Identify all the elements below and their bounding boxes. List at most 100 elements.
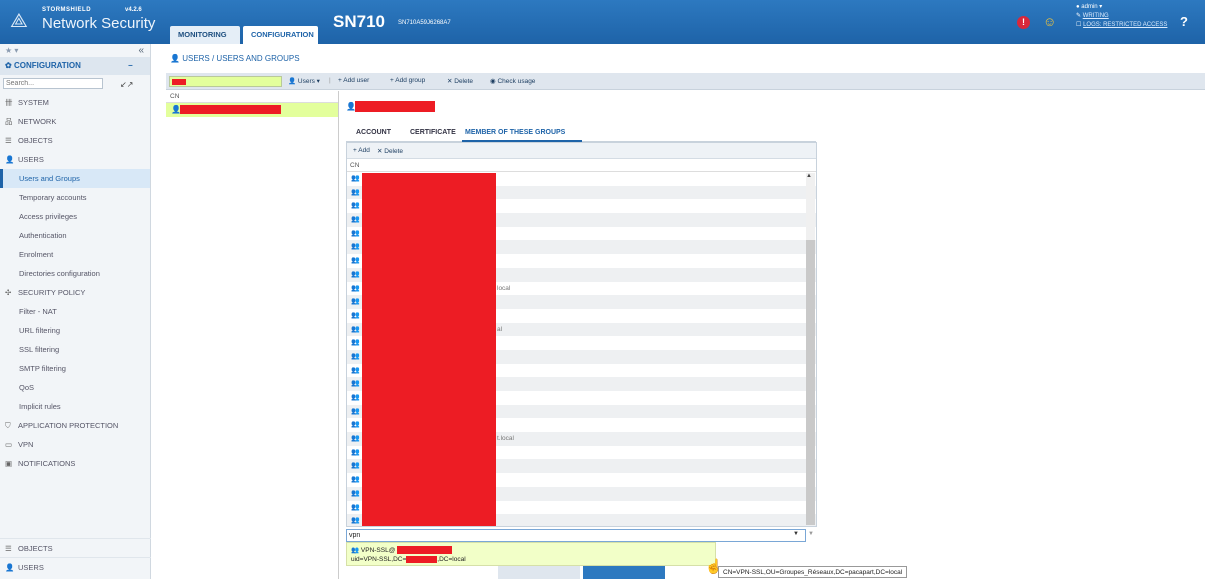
sidebar-item-smtp-filtering[interactable]: SMTP filtering — [0, 359, 150, 378]
user-status-icon[interactable]: ☺ — [1043, 14, 1056, 29]
sidebar-item-label: NETWORK — [18, 117, 57, 126]
chevron-down-icon[interactable]: ▼ — [808, 531, 814, 537]
admin-user-menu[interactable]: admin — [1081, 4, 1097, 10]
shortcut-objects[interactable]: ☰ OBJECTS — [0, 538, 151, 557]
sidebar-item-network[interactable]: 品 NETWORK — [0, 112, 150, 131]
writing-link[interactable]: WRITING — [1083, 13, 1109, 19]
appliance-serial: SN710A59J6268A7 — [398, 20, 451, 26]
sidebar-search-input[interactable] — [3, 78, 103, 89]
sidebar-item-enrolment[interactable]: Enrolment — [0, 245, 150, 264]
delete-button[interactable]: ✕ Delete — [447, 77, 473, 85]
shortcut-users[interactable]: 👤 USERS — [0, 557, 151, 576]
suggestion-name: 👥 VPN-SSL@ — [351, 546, 453, 555]
redacted-text — [180, 105, 281, 114]
sidebar-item-notifications[interactable]: ▣ NOTIFICATIONS — [0, 454, 150, 473]
tab-account[interactable]: ACCOUNT — [356, 129, 391, 136]
favorites-row[interactable]: ★ ▾ « — [0, 44, 150, 57]
redacted-text — [355, 101, 435, 112]
sidebar-item-system[interactable]: 卌 SYSTEM — [0, 93, 150, 112]
groups-scrollbar[interactable]: ▲ — [806, 173, 815, 525]
add-group-button[interactable]: + Add group — [390, 77, 425, 84]
check-usage-button[interactable]: ◉ Check usage — [490, 77, 535, 85]
group-icon: 👥 — [351, 448, 360, 456]
sidebar-item-label: SYSTEM — [18, 98, 49, 107]
sidebar-item-security-policy[interactable]: ✣ SECURITY POLICY — [0, 283, 150, 302]
alert-icon[interactable]: ! — [1017, 16, 1030, 29]
sidebar-item-users-and-groups[interactable]: Users and Groups — [0, 169, 150, 188]
breadcrumb: 👤 USERS / USERS AND GROUPS — [170, 54, 300, 63]
column-header-cn[interactable]: CN — [347, 159, 816, 172]
favorites-icon[interactable]: ★ ▾ — [5, 46, 18, 55]
sidebar-item-authentication[interactable]: Authentication — [0, 226, 150, 245]
notifications-icon: ▣ — [5, 459, 13, 468]
logs-access-link[interactable]: LOGS: RESTRICTED ACCESS — [1083, 22, 1167, 28]
suggestion-label: VPN-SSL@ — [360, 547, 396, 554]
chevron-down-icon[interactable]: ▼ — [793, 531, 803, 540]
checkbox-icon[interactable]: ☐ — [1076, 22, 1081, 28]
ok-button[interactable] — [583, 566, 665, 579]
suggestion-dn-prefix: uid=VPN-SSL,DC= — [351, 556, 407, 564]
stormshield-logo: ⟁ STORMSHIELD v4.2.6 Network Security — [10, 6, 160, 38]
sidebar-item-qos[interactable]: QoS — [0, 378, 150, 397]
suggestion-dn-suffix: ,DC=local — [437, 556, 466, 564]
sidebar-item-vpn[interactable]: ▭ VPN — [0, 435, 150, 454]
configuration-section[interactable]: ✿ CONFIGURATION − — [0, 57, 150, 75]
group-search-combo[interactable] — [346, 529, 806, 542]
expand-all-icon[interactable]: ↙↗ — [120, 80, 133, 89]
tab-certificate[interactable]: CERTIFICATE — [410, 129, 456, 136]
collapse-section-icon[interactable]: − — [128, 57, 133, 75]
group-cn-tail: t.local — [497, 435, 514, 443]
group-suggestion[interactable]: 👥 VPN-SSL@ uid=VPN-SSL,DC= ,DC=local — [346, 542, 716, 566]
filter-input[interactable] — [169, 76, 282, 87]
redacted-block — [362, 173, 496, 526]
users-filter-dropdown[interactable]: 👤 Users ▾ — [288, 77, 320, 85]
shortcut-label: USERS — [18, 563, 44, 572]
cancel-button[interactable] — [498, 566, 580, 579]
firmware-version: v4.2.6 — [125, 7, 142, 13]
redacted-text — [172, 79, 186, 85]
group-icon: 👥 — [351, 229, 360, 237]
shield-plus-icon: ✣ — [5, 288, 12, 297]
group-icon: 👥 — [351, 380, 360, 388]
groups-toolbar: + Add ✕ Delete — [347, 143, 816, 159]
collapse-sidebar-icon[interactable]: « — [138, 44, 144, 57]
add-group-member-button[interactable]: + Add — [353, 147, 370, 154]
group-icon: 👥 — [351, 421, 360, 429]
configuration-label: CONFIGURATION — [13, 61, 81, 70]
edit-icon: ✎ — [1076, 13, 1082, 19]
sidebar-item-filter-nat[interactable]: Filter - NAT — [0, 302, 150, 321]
users-icon: 👤 — [5, 155, 15, 164]
tab-monitoring[interactable]: MONITORING — [170, 26, 240, 44]
network-icon: 品 — [5, 117, 13, 126]
tab-configuration[interactable]: CONFIGURATION — [243, 26, 318, 44]
sidebar-item-objects[interactable]: ☰ OBJECTS — [0, 131, 150, 150]
help-icon[interactable]: ? — [1180, 14, 1188, 29]
vpn-icon: ▭ — [5, 440, 13, 449]
sidebar-item-url-filtering[interactable]: URL filtering — [0, 321, 150, 340]
sidebar-item-application-protection[interactable]: ⛉ APPLICATION PROTECTION — [0, 416, 150, 435]
appliance-model: SN710 — [333, 12, 385, 31]
sidebar-item-access-privileges[interactable]: Access privileges — [0, 207, 150, 226]
delete-group-member-button[interactable]: ✕ Delete — [377, 147, 403, 155]
group-icon: 👥 — [351, 394, 360, 401]
sidebar-item-ssl-filtering[interactable]: SSL filtering — [0, 340, 150, 359]
scrollbar-thumb[interactable] — [806, 240, 815, 525]
tab-member-of-groups[interactable]: MEMBER OF THESE GROUPS — [465, 129, 565, 136]
admin-menu: ● admin ▾ ✎ WRITING ☐ LOGS: RESTRICTED A… — [1076, 4, 1168, 28]
column-header-cn[interactable]: CN — [166, 91, 338, 103]
sidebar-shortcuts: ☰ OBJECTS 👤 USERS — [0, 538, 151, 576]
sidebar-item-label: VPN — [18, 440, 34, 449]
redacted-text — [406, 556, 438, 563]
group-icon: 👥 — [351, 202, 360, 210]
scroll-up-icon[interactable]: ▲ — [806, 173, 812, 179]
group-icon: 👥 — [351, 547, 360, 554]
add-user-button[interactable]: + Add user — [338, 77, 369, 84]
sidebar-item-users[interactable]: 👤 USERS — [0, 150, 150, 169]
sidebar-item-directories-configuration[interactable]: Directories configuration — [0, 264, 150, 283]
sidebar-item-implicit-rules[interactable]: Implicit rules — [0, 397, 150, 416]
group-icon: 👥 — [351, 462, 360, 470]
shield-icon: ⛉ — [5, 421, 11, 430]
list-item[interactable]: 👤 — [166, 103, 338, 117]
sidebar-item-temporary-accounts[interactable]: Temporary accounts — [0, 188, 150, 207]
group-icon: 👥 — [351, 339, 360, 347]
